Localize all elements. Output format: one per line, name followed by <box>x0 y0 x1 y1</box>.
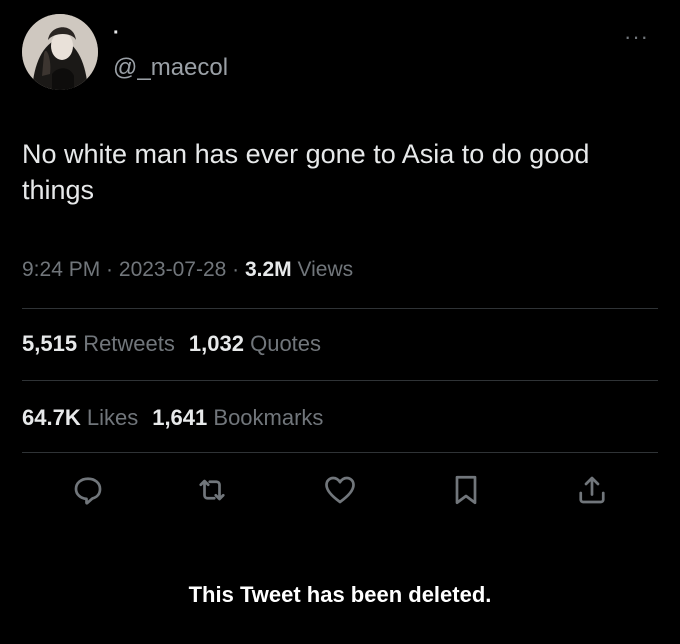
bookmarks-count: 1,641 <box>152 405 208 430</box>
tweet-date[interactable]: 2023-07-28 <box>119 258 226 281</box>
more-options-icon[interactable]: ··· <box>624 24 649 50</box>
views-count: 3.2M <box>244 258 292 281</box>
quotes-count: 1,032 <box>188 331 244 356</box>
retweets-count: 5,515 <box>22 331 78 356</box>
user-handle[interactable]: @_maecol <box>113 54 228 82</box>
action-bar <box>0 472 680 512</box>
likes-count: 64.7K <box>22 405 81 430</box>
quotes-label: Quotes <box>250 331 322 356</box>
tweet-time[interactable]: 9:24 PM <box>22 258 100 281</box>
bookmarks-label: Bookmarks <box>213 405 324 430</box>
meta-separator: · <box>226 258 245 281</box>
stats-row-reposts: 5,515 Retweets 1,032 Quotes <box>22 331 321 357</box>
views-label: Views <box>291 258 354 281</box>
deleted-notice: This Tweet has been deleted. <box>188 582 492 607</box>
like-icon <box>325 476 355 504</box>
bookmark-icon <box>455 475 477 505</box>
like-button[interactable] <box>322 472 358 508</box>
meta-separator: · <box>100 258 119 281</box>
retweets-label: Retweets <box>83 331 175 356</box>
divider <box>22 452 658 453</box>
tweet-text: No white man has ever gone to Asia to do… <box>22 139 590 205</box>
avatar[interactable] <box>22 14 98 90</box>
share-button[interactable] <box>574 472 610 508</box>
retweet-button[interactable] <box>194 472 230 508</box>
avatar-image <box>22 14 98 90</box>
reply-button[interactable] <box>70 472 106 508</box>
stats-row-likes: 64.7K Likes 1,641 Bookmarks <box>22 405 323 431</box>
share-icon <box>579 476 605 504</box>
retweet-icon <box>199 479 225 501</box>
likes-stat[interactable]: 64.7K Likes <box>22 405 138 430</box>
quotes-stat[interactable]: 1,032 Quotes <box>189 331 321 356</box>
divider <box>22 308 658 309</box>
likes-label: Likes <box>86 405 139 430</box>
divider <box>22 380 658 381</box>
bookmarks-stat[interactable]: 1,641 Bookmarks <box>152 405 323 430</box>
display-name[interactable]: · <box>113 22 120 45</box>
tweet-meta: 9:24 PM · 2023-07-28 · 3.2M Views <box>22 258 353 282</box>
reply-icon <box>74 477 102 505</box>
bookmark-button[interactable] <box>448 472 484 508</box>
retweets-stat[interactable]: 5,515 Retweets <box>22 331 175 356</box>
